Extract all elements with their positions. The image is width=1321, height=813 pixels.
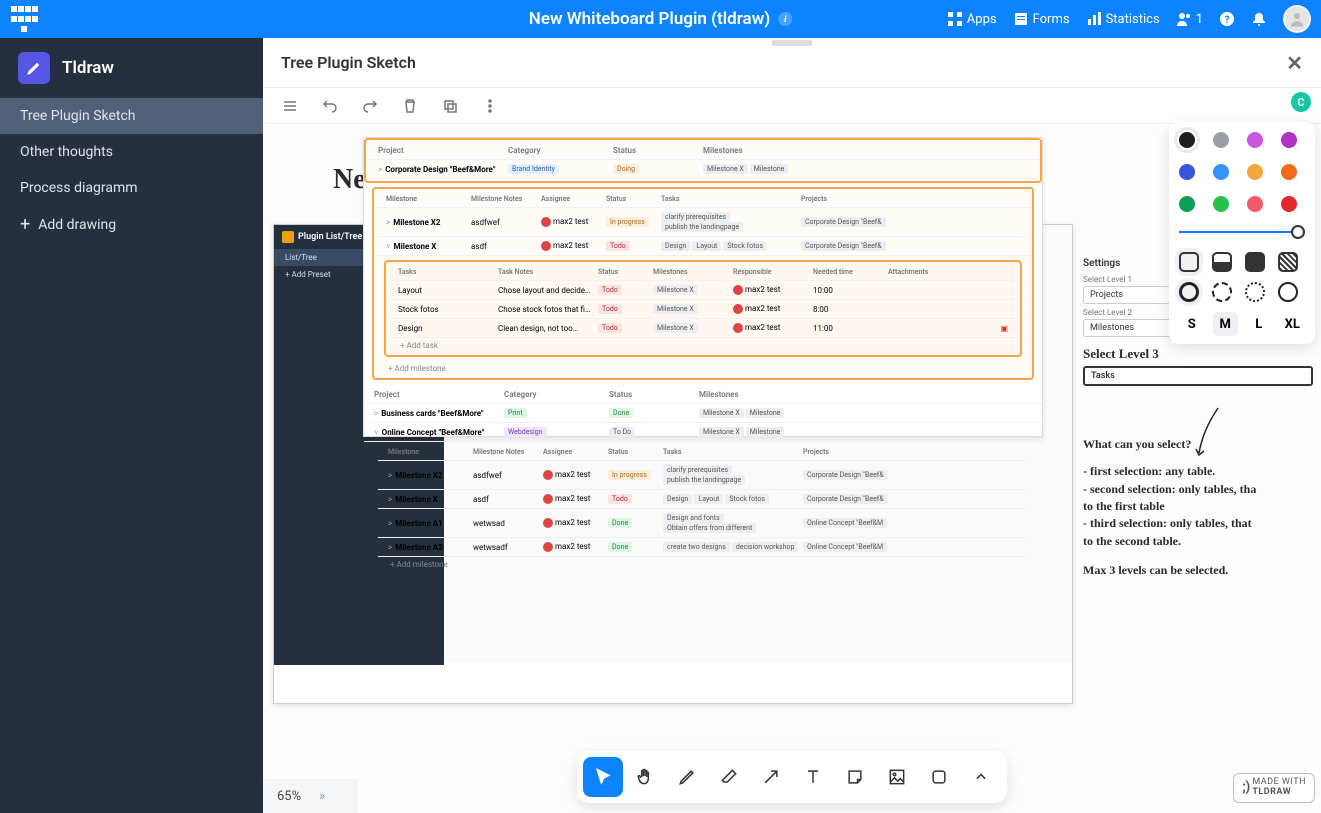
color-swatch[interactable] [1213,196,1229,212]
plugin-name: Tldraw [62,58,114,78]
note-tool[interactable] [835,757,875,797]
user-avatar[interactable] [1283,5,1311,33]
app-switcher-icon[interactable] [10,5,38,33]
color-swatch[interactable] [1179,164,1195,180]
shape-tool[interactable] [919,757,959,797]
sidebar-item-process-diagram[interactable]: Process diagramm [0,170,263,206]
help-button[interactable]: ? [1219,11,1235,27]
size-l[interactable]: L [1246,312,1272,336]
hand-tool[interactable] [625,757,665,797]
draw-tool[interactable] [667,757,707,797]
color-swatch[interactable] [1281,132,1297,148]
size-row: SML XL [1179,312,1305,336]
add-drawing-button[interactable]: + Add drawing [0,206,263,244]
bell-icon [1251,11,1267,27]
collaborator-badge[interactable]: C [1291,92,1311,112]
size-m[interactable]: M [1213,312,1239,336]
fill-none[interactable] [1179,252,1199,272]
image-tool[interactable] [877,757,917,797]
main-area: Tree Plugin Sketch ✕ New Plugin content … [263,38,1321,813]
tldraw-icon [18,52,50,84]
page-title: New Whiteboard Plugin (tldraw) i [529,9,792,29]
opacity-slider[interactable] [1179,222,1305,242]
topbar: New Whiteboard Plugin (tldraw) i Apps Fo… [0,0,1321,38]
dash-style-row [1179,282,1305,302]
select-tool[interactable] [583,757,623,797]
sidebar-item-other-thoughts[interactable]: Other thoughts [0,134,263,170]
stats-icon [1086,11,1102,27]
fill-style-row [1179,252,1305,272]
drag-handle[interactable] [772,40,812,46]
delete-button[interactable] [401,97,419,115]
size-s[interactable]: S [1179,312,1205,336]
nav-statistics[interactable]: Statistics [1086,11,1160,27]
style-panel: SML XL [1169,122,1315,344]
color-swatch[interactable] [1179,196,1195,212]
color-swatch[interactable] [1247,164,1263,180]
color-swatch[interactable] [1281,164,1297,180]
color-swatch[interactable] [1247,196,1263,212]
fill-solid[interactable] [1245,252,1265,272]
zoom-control[interactable]: 65% » [263,779,358,813]
undo-button[interactable] [321,97,339,115]
dash-dashed[interactable] [1212,282,1232,302]
more-tools[interactable] [961,757,1001,797]
redo-button[interactable] [361,97,379,115]
users-icon [1176,11,1192,27]
notifications-button[interactable] [1251,11,1267,27]
menu-icon[interactable] [281,97,299,115]
nav-forms[interactable]: Forms [1013,11,1070,27]
mock-tree-card: ProjectCategoryStatusMilestones >Corpora… [363,137,1043,437]
help-icon: ? [1219,11,1235,27]
color-swatch[interactable] [1213,164,1229,180]
plus-icon: + [20,216,30,234]
duplicate-button[interactable] [441,97,459,115]
color-swatch[interactable] [1179,132,1195,148]
arrow-tool[interactable] [751,757,791,797]
nav-apps[interactable]: Apps [947,11,997,27]
dash-draw[interactable] [1179,282,1199,302]
size-xl[interactable]: XL [1280,312,1306,336]
tool-dock [577,751,1007,803]
canvas-toolbar [263,88,1321,124]
svg-text:?: ? [1225,15,1230,26]
chevron-right-icon: » [319,789,325,804]
fill-semi[interactable] [1212,252,1232,272]
text-tool[interactable] [793,757,833,797]
canvas[interactable]: New Plugin content area Shows tables in … [263,124,1321,813]
plugin-header: Tldraw [0,38,263,98]
more-icon[interactable] [481,97,499,115]
dash-solid[interactable] [1278,282,1298,302]
color-swatch[interactable] [1247,132,1263,148]
made-with-tldraw-badge[interactable]: ; ) MADE WITHTLDRAW [1233,773,1315,803]
eraser-tool[interactable] [709,757,749,797]
info-icon[interactable]: i [778,12,792,26]
fill-pattern[interactable] [1278,252,1298,272]
form-icon [1013,11,1029,27]
grid-icon [947,11,963,27]
sidebar-item-tree-sketch[interactable]: Tree Plugin Sketch [0,98,263,134]
dash-dotted[interactable] [1245,282,1265,302]
nav-collaborators[interactable]: 1 [1176,11,1203,27]
close-button[interactable]: ✕ [1286,51,1303,75]
color-swatch[interactable] [1213,132,1229,148]
arrow-annotation [1193,405,1233,460]
color-picker [1179,132,1305,212]
color-swatch[interactable] [1281,196,1297,212]
tab-title: Tree Plugin Sketch [281,53,416,72]
sidebar: Tldraw Tree Plugin Sketch Other thoughts… [0,38,263,813]
